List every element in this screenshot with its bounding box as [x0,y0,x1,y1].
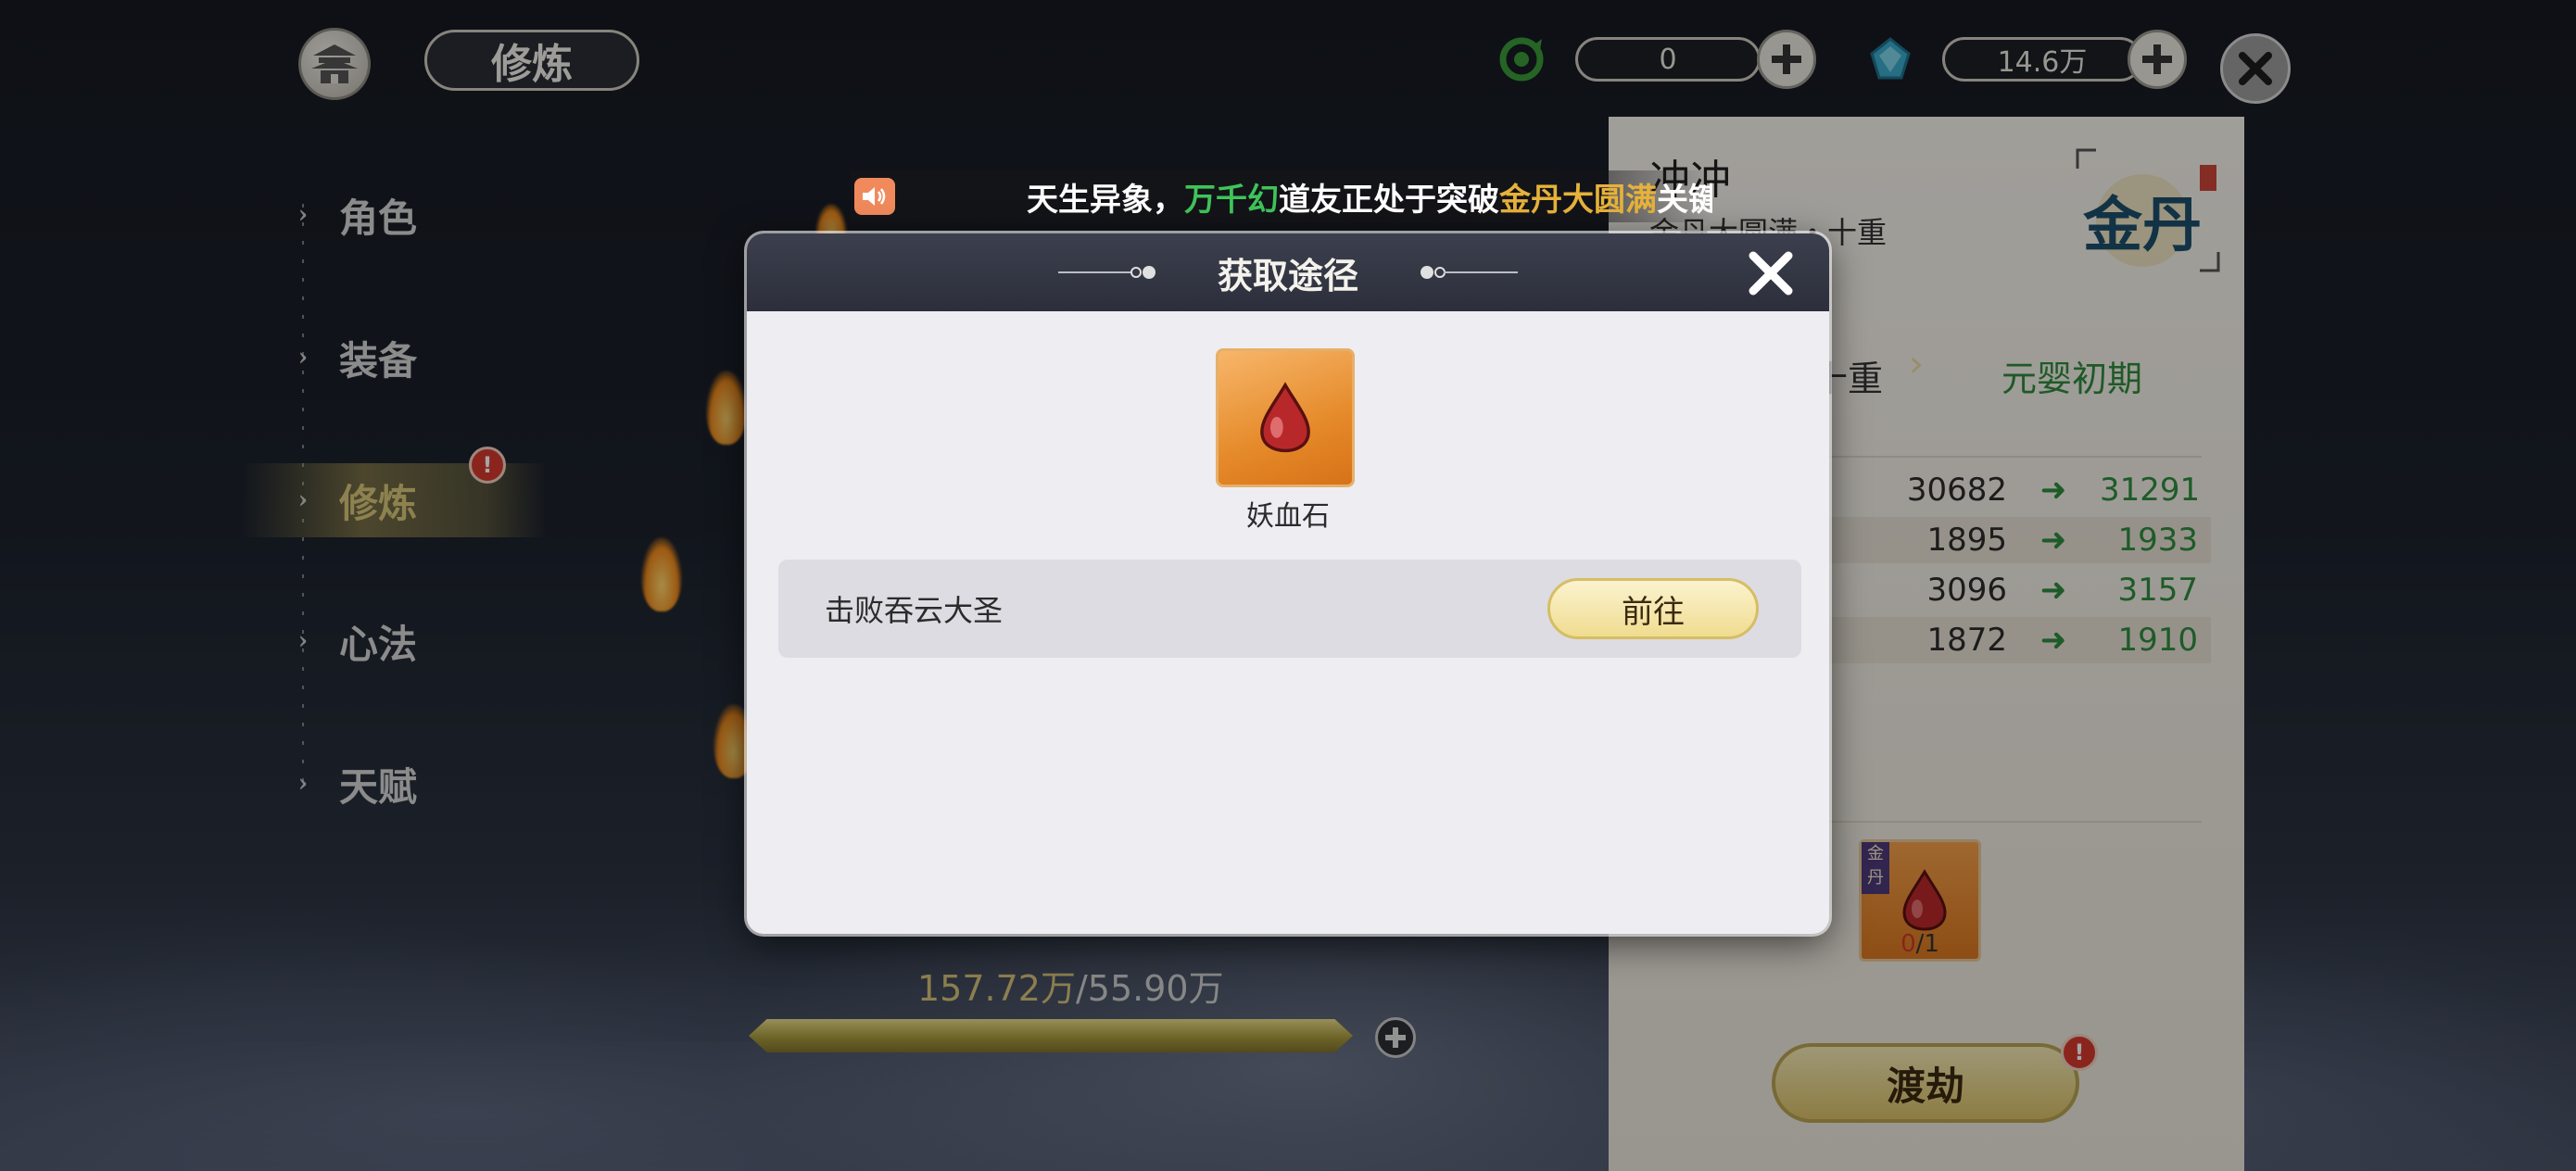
item-name: 妖血石 [1246,500,1330,533]
announcement-player-name: 万千幻 [1184,181,1279,219]
announcement-part: 天生异象， [1027,181,1184,219]
route-label: 击败吞云大圣 [825,593,1004,628]
blood-stone-icon [1260,382,1310,453]
modal-title: 获取途径 [1217,254,1358,296]
speaker-glyph [863,187,886,206]
announcement-realm: 金丹大圆满 [1499,181,1657,219]
item-icon-tile [1216,348,1355,487]
acquire-path-modal: 获取途径 妖血石 击败吞云大圣 前往 [747,233,1829,934]
announcement-text: 天生异象，万千幻道友正处于突破金丹大圆满关键 [1027,174,1712,220]
go-button[interactable]: 前往 [1547,578,1759,639]
acquire-route-row: 击败吞云大圣 前往 [778,560,1801,658]
close-icon [1749,251,1793,296]
title-ornament-right [1421,266,1518,279]
announcement-part: 道友正处于突破 [1279,181,1499,219]
announcement-part: 关键 [1657,181,1712,219]
speaker-icon [854,178,895,215]
announcement-marquee: 天生异象，万千幻道友正处于突破金丹大圆满关键 [851,170,1712,222]
close-modal-button[interactable] [1740,243,1801,304]
